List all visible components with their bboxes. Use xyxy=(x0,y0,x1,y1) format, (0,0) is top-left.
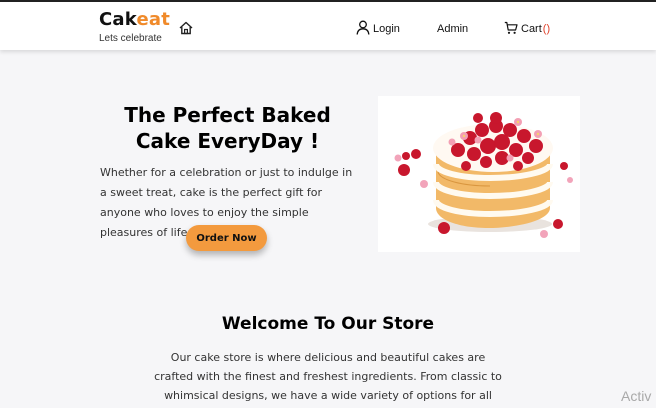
brand-tagline: Lets celebrate xyxy=(99,33,162,44)
brand-name: Cakeat xyxy=(99,10,170,30)
cart-count-badge: () xyxy=(542,23,551,35)
welcome-description: Our cake store is where delicious and be… xyxy=(154,351,502,402)
nav-login-label: Login xyxy=(373,23,400,35)
order-now-button[interactable]: Order Now xyxy=(186,225,267,251)
nav-cart-label: Cart xyxy=(521,23,542,35)
nav-login[interactable]: Login xyxy=(356,20,400,38)
brand-name-part1: Cak xyxy=(99,9,137,30)
nav-cart[interactable]: Cart () xyxy=(504,20,550,38)
nav-admin[interactable]: Admin xyxy=(437,20,468,38)
user-icon xyxy=(356,20,373,38)
hero-title-line1: The Perfect Baked xyxy=(124,103,331,127)
brand-name-part2: eat xyxy=(136,9,171,30)
activation-watermark: Activ xyxy=(621,388,652,404)
brand-logo[interactable]: Cakeat Lets celebrate xyxy=(99,10,170,45)
navbar: Cakeat Lets celebrate Login Admin Cart (… xyxy=(0,2,656,50)
home-icon[interactable] xyxy=(178,20,194,36)
cake-image xyxy=(378,96,580,252)
hero-title: The Perfect Baked Cake EveryDay ! xyxy=(100,102,355,154)
nav-admin-label: Admin xyxy=(437,23,469,35)
cart-icon xyxy=(504,21,521,38)
hero-title-line2: Cake EveryDay ! xyxy=(135,129,320,153)
welcome-title: Welcome To Our Store xyxy=(221,314,435,334)
